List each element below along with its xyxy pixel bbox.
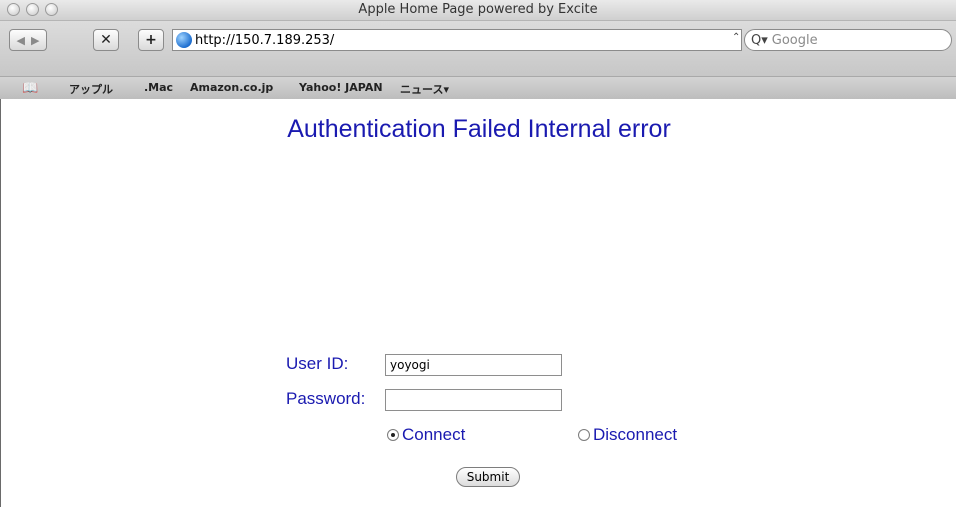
close-icon: ✕	[100, 32, 112, 48]
connect-label: Connect	[402, 425, 466, 444]
search-input[interactable]: ⌃ Q▾ Google	[732, 29, 952, 51]
bookmark-apple[interactable]: アップル	[69, 81, 113, 97]
snapback-icon[interactable]: ⌃	[732, 32, 740, 43]
page-content: Authentication Failed Internal error Use…	[0, 99, 956, 507]
search-placeholder: Google	[771, 32, 818, 48]
bookmark-news-menu[interactable]: ニュース▾	[400, 81, 449, 97]
user-id-field[interactable]	[385, 354, 562, 376]
disconnect-radio[interactable]	[578, 429, 590, 441]
browser-window: Apple Home Page powered by Excite ◀ ▶ ✕ …	[0, 0, 956, 507]
bookmark-yahoo-japan[interactable]: Yahoo! JAPAN	[299, 81, 383, 94]
address-field[interactable]: http://150.7.189.253/	[172, 29, 742, 51]
disconnect-option[interactable]: Disconnect	[578, 425, 677, 445]
globe-icon	[176, 32, 192, 48]
submit-button[interactable]: Submit	[456, 467, 520, 487]
bookmark-amazon[interactable]: Amazon.co.jp	[190, 81, 273, 94]
search-icon[interactable]: Q▾	[751, 33, 768, 48]
stop-button[interactable]: ✕	[93, 29, 119, 51]
bookmarks-book-icon[interactable]: 📖	[22, 80, 38, 96]
bookmarks-bar: 📖 アップル .Mac Amazon.co.jp Yahoo! JAPAN ニュ…	[0, 76, 956, 100]
forward-arrow-icon[interactable]: ▶	[31, 34, 39, 47]
title-bar: Apple Home Page powered by Excite	[0, 0, 956, 21]
back-arrow-icon[interactable]: ◀	[17, 34, 25, 47]
plus-icon: +	[145, 32, 157, 48]
window-title: Apple Home Page powered by Excite	[358, 2, 598, 17]
address-text[interactable]: http://150.7.189.253/	[195, 33, 334, 48]
connect-option[interactable]: Connect	[387, 425, 465, 445]
toolbar: ◀ ▶ ✕ + http://150.7.189.253/ ⌃ Q▾ Googl…	[0, 21, 956, 76]
disconnect-label: Disconnect	[593, 425, 678, 444]
password-label: Password:	[286, 389, 366, 408]
connect-radio[interactable]	[387, 429, 399, 441]
page-title: Authentication Failed Internal error	[287, 115, 671, 143]
password-field[interactable]	[385, 389, 562, 411]
bookmark-mac[interactable]: .Mac	[144, 81, 173, 94]
user-id-label: User ID:	[286, 354, 349, 373]
add-bookmark-button[interactable]: +	[138, 29, 164, 51]
back-forward-buttons[interactable]: ◀ ▶	[9, 29, 47, 51]
